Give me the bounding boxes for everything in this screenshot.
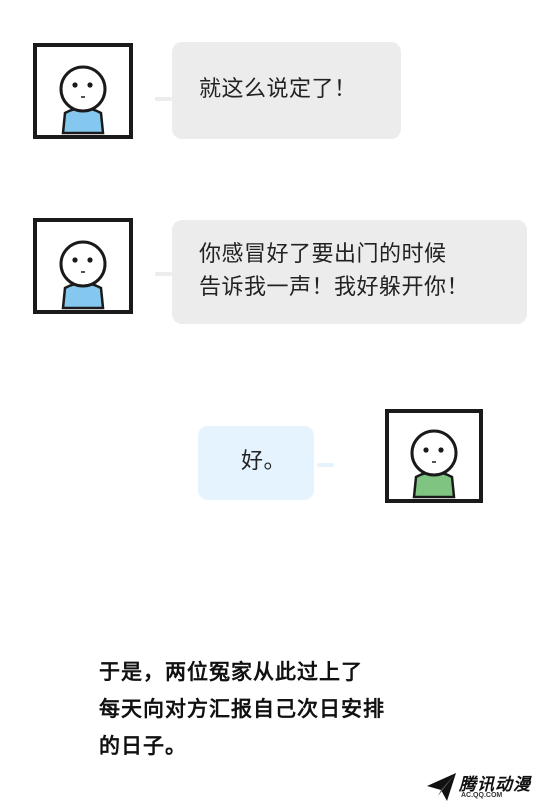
speech-bubble-tail <box>155 97 172 101</box>
paper-plane-icon <box>427 773 456 801</box>
speech-bubble: 你感冒好了要出门的时候 告诉我一声！我好躲开你！ <box>172 220 527 324</box>
character-avatar-green <box>385 409 483 503</box>
green-character-icon <box>410 429 458 499</box>
speech-text-line-2: 告诉我一声！我好躲开你！ <box>199 275 470 300</box>
speech-bubble: 好。 <box>198 426 314 500</box>
narration-line-2: 每天向对方汇报自己次日安排 <box>99 697 385 721</box>
narration-line-1: 于是，两位冤家从此过上了 <box>99 660 363 684</box>
watermark-url: AC.QQ.COM <box>461 792 503 799</box>
speech-text: 好。 <box>241 449 287 474</box>
blue-character-icon <box>59 65 107 135</box>
character-avatar-blue <box>33 43 133 139</box>
blue-character-icon <box>59 240 107 310</box>
tencent-comic-watermark: 腾讯动漫 AC.QQ.COM <box>425 768 540 806</box>
character-avatar-blue <box>33 218 133 314</box>
speech-text: 就这么说定了！ <box>199 77 357 102</box>
narration-line-3: 的日子。 <box>99 734 187 758</box>
narration-caption: 于是，两位冤家从此过上了 每天向对方汇报自己次日安排 的日子。 <box>99 654 385 765</box>
speech-bubble-tail <box>155 272 172 276</box>
speech-bubble: 就这么说定了！ <box>172 42 401 139</box>
speech-bubble-tail <box>317 463 334 467</box>
speech-text-line-1: 你感冒好了要出门的时候 <box>199 242 447 267</box>
